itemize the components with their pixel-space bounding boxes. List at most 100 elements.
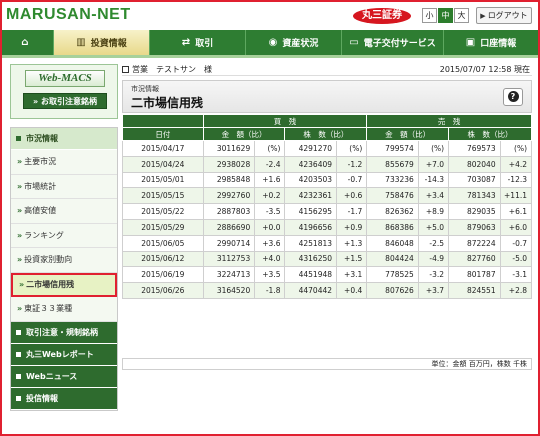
value-cell: 801787 (448, 266, 501, 284)
font-size-medium-button[interactable]: 中 (438, 8, 453, 23)
value-cell: +0.0 (254, 218, 286, 236)
value-cell: 2938028 (202, 155, 256, 173)
header-blank (122, 114, 204, 128)
item-label: 東証３３業種 (24, 304, 73, 313)
sidebar-section-market[interactable]: 市況情報 (11, 128, 117, 150)
value-cell: -0.7 (499, 234, 533, 252)
table-row: 2015/05/22 2887803 -3.5 4156295 -1.7 826362 +8… (122, 203, 533, 220)
table-row: 2015/04/17 3011629 (%) 4291270 (%) 799574 (%) 7… (122, 140, 533, 157)
sidebar-section-fund-info[interactable]: 投信情報 (11, 387, 117, 410)
square-icon (16, 351, 21, 357)
chart-icon: ▥ (76, 37, 86, 48)
square-icon (16, 395, 21, 401)
value-cell: +2.8 (499, 282, 533, 299)
font-size-switcher: 小 中 大 (422, 8, 470, 23)
main-content: 営業 テストサン 様 2015/07/07 12:58 現在 市況情報 二市場信… (122, 62, 533, 370)
sidebar-item-high-low[interactable]: » 高値安値 (11, 199, 117, 224)
date-cell: 2015/06/05 (122, 234, 204, 252)
value-cell: (%) (499, 140, 533, 157)
date-cell: 2015/04/17 (122, 140, 204, 157)
value-cell: 4470442 (284, 282, 338, 299)
sidebar-item-investor-trends[interactable]: » 投資家別動向 (11, 248, 117, 273)
account-name: 営業 テストサン 様 (122, 64, 212, 75)
table-row: 2015/06/12 3112753 +4.0 4316250 +1.5 804424 -4… (122, 250, 533, 268)
value-cell: +1.3 (336, 234, 368, 252)
nav-label: 電子交付サービス (363, 39, 436, 49)
date-cell: 2015/05/22 (122, 203, 204, 220)
site-logo[interactable]: MARUSAN-NET (6, 6, 131, 24)
sidebar-item-market-stats[interactable]: » 市場統計 (11, 174, 117, 199)
value-cell: +3.7 (417, 282, 450, 299)
value-cell: +0.4 (336, 282, 368, 299)
value-cell: 826362 (366, 203, 419, 220)
value-cell: 4316250 (284, 250, 338, 268)
chevron-right-icon: » (17, 206, 23, 215)
logout-label: ログアウト (487, 11, 528, 20)
nav-trade[interactable]: ⇄ 取引 (150, 30, 246, 55)
sidebar-section-web-report[interactable]: 丸三Webレポート (11, 343, 117, 366)
webmacs-link[interactable]: Web-MACS (25, 70, 105, 87)
monitor-icon: ▭ (349, 37, 359, 48)
page-title: 二市場信用残 (131, 96, 204, 110)
value-cell: 4451948 (284, 266, 338, 284)
logout-button[interactable]: ▶ ログアウト (476, 7, 532, 24)
nav-home[interactable]: ⌂ (2, 30, 54, 55)
section-label: 投信情報 (26, 393, 58, 403)
date-cell: 2015/06/26 (122, 282, 204, 299)
value-cell: +1.5 (336, 250, 368, 268)
value-cell: +3.6 (254, 234, 286, 252)
value-cell: +3.5 (254, 266, 286, 284)
table-row: 2015/05/01 2985848 +1.6 4203503 -0.7 733236 -1… (122, 171, 533, 189)
chevron-right-icon: » (17, 181, 23, 191)
chevron-right-icon: » (17, 304, 23, 313)
font-size-large-button[interactable]: 大 (454, 8, 469, 23)
sidebar-section-web-news[interactable]: Webニュース (11, 365, 117, 388)
as-of-time: 2015/07/07 12:58 現在 (439, 65, 530, 74)
nav-account[interactable]: ▣ 口座情報 (444, 30, 538, 55)
value-cell: 829035 (448, 203, 501, 220)
account-icon: ▣ (465, 37, 476, 48)
value-cell: 4203503 (284, 171, 338, 189)
header-sell-shares: 株 数（比） (448, 127, 532, 141)
section-label: 取引注意・規制銘柄 (26, 327, 98, 337)
home-icon: ⌂ (21, 37, 29, 48)
value-cell: 4291270 (284, 140, 338, 157)
sidebar-item-margin-balance[interactable]: » 二市場信用残 (11, 272, 117, 297)
section-label: 丸三Webレポート (26, 349, 94, 359)
nav-label: 口座情報 (480, 39, 517, 49)
value-cell: -14.3 (417, 171, 450, 189)
date-cell: 2015/05/01 (122, 171, 204, 189)
square-icon (16, 373, 21, 379)
chevron-right-icon: » (17, 255, 23, 264)
value-cell: 2887803 (202, 203, 256, 220)
page-title-box: 市況情報 二市場信用残 ? (122, 80, 532, 113)
watchlist-button[interactable]: » お取引注意銘柄 (23, 93, 107, 109)
table-row: 2015/05/29 2886690 +0.0 4196656 +0.9 868386 +5… (122, 218, 533, 236)
date-cell: 2015/04/24 (122, 155, 204, 173)
square-icon (16, 329, 21, 335)
nav-label: 取引 (195, 39, 214, 49)
chevron-right-icon: » (17, 230, 23, 240)
nav-investment-info[interactable]: ▥ 投資情報 (54, 30, 150, 55)
sidebar-item-major-markets[interactable]: » 主要市況 (11, 150, 117, 175)
item-label: 二市場信用残 (26, 279, 75, 289)
value-cell: +3.4 (417, 187, 450, 205)
font-size-small-button[interactable]: 小 (422, 8, 437, 23)
value-cell: +11.1 (499, 187, 533, 205)
watchlist-label: お取引注意銘柄 (40, 97, 97, 106)
nav-assets[interactable]: ◉ 資産状況 (246, 30, 342, 55)
nav-label: 投資情報 (90, 39, 127, 49)
account-icon (122, 66, 129, 73)
help-button[interactable]: ? (503, 88, 523, 106)
header-sell-amount: 金 額（比） (366, 127, 450, 141)
sidebar-item-tse33[interactable]: » 東証３３業種 (11, 297, 117, 322)
sidebar-section-restrictions[interactable]: 取引注意・規制銘柄 (11, 321, 117, 344)
sidebar-item-ranking[interactable]: » ランキング (11, 223, 117, 248)
value-cell: -1.8 (254, 282, 286, 299)
nav-e-delivery[interactable]: ▭ 電子交付サービス (342, 30, 444, 55)
value-cell: 807626 (366, 282, 419, 299)
value-cell: 2992760 (202, 187, 256, 205)
header-buy-shares: 株 数（比） (284, 127, 368, 141)
value-cell: 827760 (448, 250, 501, 268)
date-cell: 2015/06/19 (122, 266, 204, 284)
